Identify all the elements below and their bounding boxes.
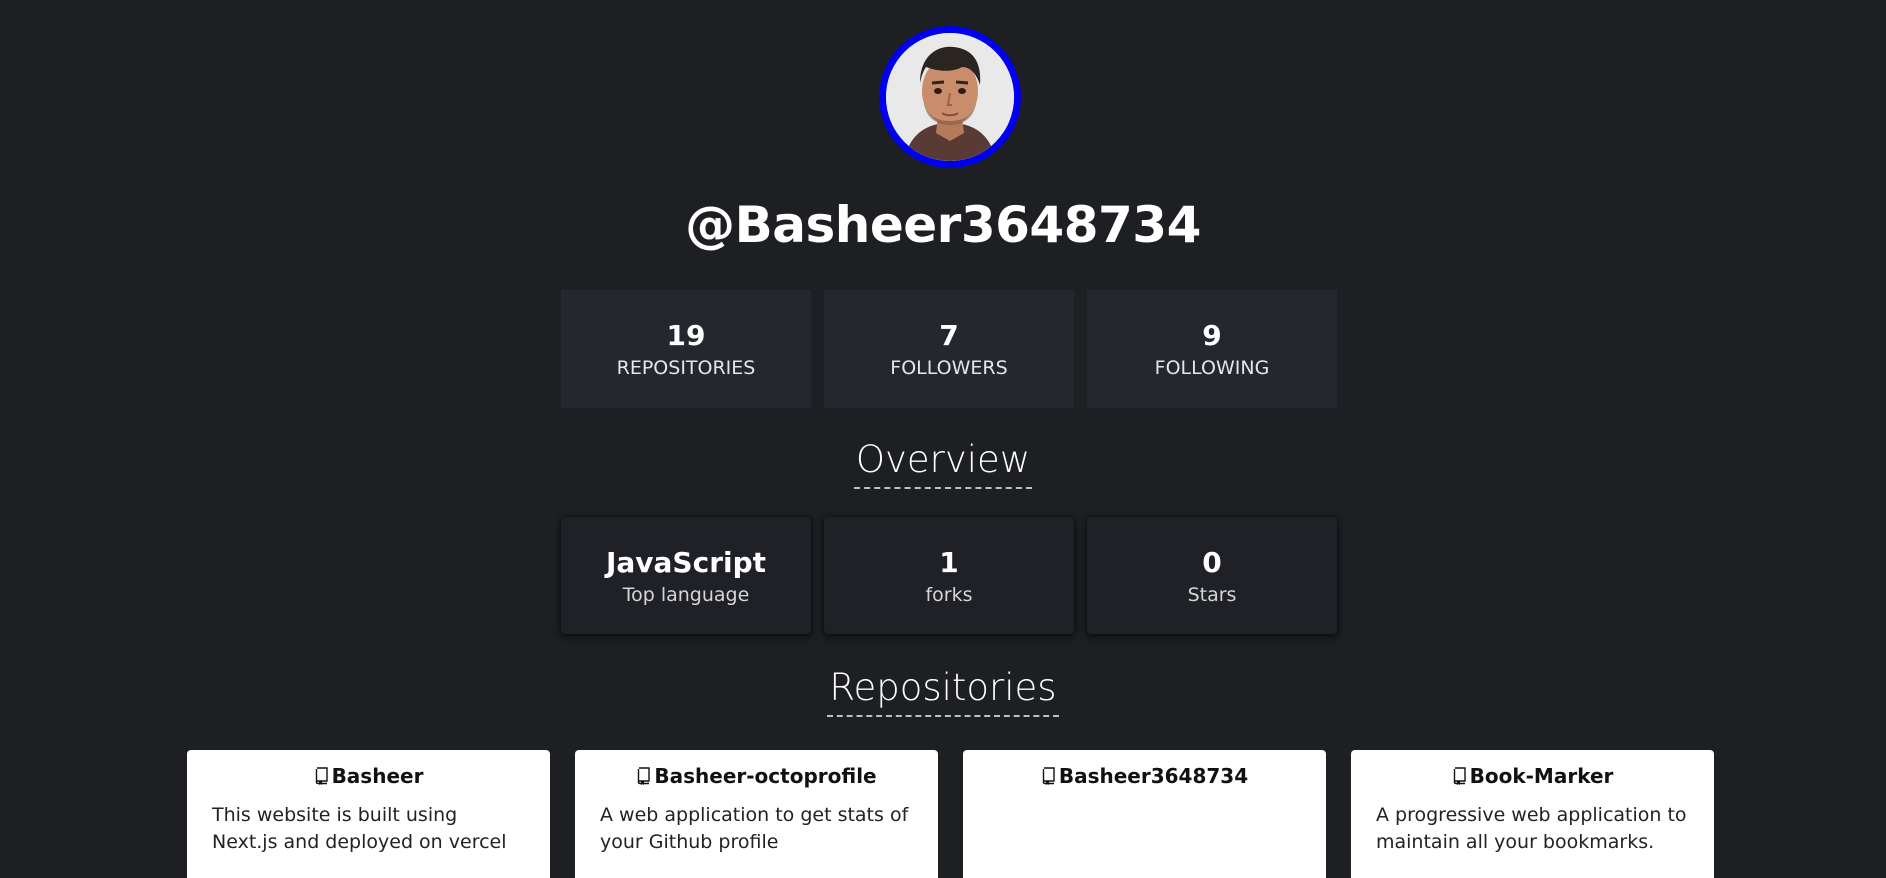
repo-name: Book-Marker xyxy=(1469,764,1614,788)
repo-title[interactable]: Basheer3648734 xyxy=(988,764,1301,788)
stat-card-following: 9 FOLLOWING xyxy=(1087,290,1337,408)
overview-heading: Overview xyxy=(0,438,1886,489)
repo-description: A progressive web application to maintai… xyxy=(1376,804,1687,853)
repo-card-basheer3648734[interactable]: Basheer3648734 xyxy=(963,750,1326,878)
book-icon xyxy=(315,767,328,785)
overview-label: Top language xyxy=(622,583,750,606)
stat-card-followers: 7 FOLLOWERS xyxy=(824,290,1074,408)
overview-card-top-language: JavaScript Top language xyxy=(561,517,811,634)
repo-card-book-marker[interactable]: Book-Marker A progressive web applicatio… xyxy=(1351,750,1714,878)
overview-value: JavaScript xyxy=(605,545,767,579)
repo-title[interactable]: Basheer xyxy=(212,764,525,788)
repo-name: Basheer xyxy=(331,764,424,788)
overview-card-stars: 0 Stars xyxy=(1087,517,1337,634)
repo-name: Basheer3648734 xyxy=(1058,764,1249,788)
repo-title[interactable]: Basheer-octoprofile xyxy=(600,764,913,788)
avatar-illustration xyxy=(886,33,1014,161)
stat-value: 7 xyxy=(939,319,959,352)
stat-card-repositories: 19 REPOSITORIES xyxy=(561,290,811,408)
repo-description: A web application to get stats of your G… xyxy=(600,804,909,853)
book-icon xyxy=(638,767,651,785)
repo-card-basheer-octoprofile[interactable]: Basheer-octoprofile A web application to… xyxy=(575,750,938,878)
overview-value: 0 xyxy=(1202,545,1222,579)
stat-label: FOLLOWERS xyxy=(890,357,1008,379)
book-icon xyxy=(1453,767,1466,785)
overview-row: JavaScript Top language 1 forks 0 Stars xyxy=(561,517,1337,634)
repo-title[interactable]: Book-Marker xyxy=(1376,764,1689,788)
avatar-image xyxy=(886,33,1014,161)
repo-card-basheer[interactable]: Basheer This website is built using Next… xyxy=(187,750,550,878)
profile-page: @Basheer3648734 19 REPOSITORIES 7 FOLLOW… xyxy=(0,0,1886,878)
stats-row: 19 REPOSITORIES 7 FOLLOWERS 9 FOLLOWING xyxy=(561,290,1337,408)
stat-value: 19 xyxy=(666,319,706,352)
overview-label: forks xyxy=(925,583,973,606)
stat-value: 9 xyxy=(1202,319,1222,352)
stat-label: FOLLOWING xyxy=(1154,357,1270,379)
overview-title-text: Overview xyxy=(853,438,1033,489)
overview-label: Stars xyxy=(1187,583,1237,606)
repositories-heading: Repositories xyxy=(0,666,1886,717)
overview-value: 1 xyxy=(939,545,959,579)
repo-name: Basheer-octoprofile xyxy=(654,764,877,788)
overview-card-forks: 1 forks xyxy=(824,517,1074,634)
book-icon xyxy=(1042,767,1055,785)
avatar xyxy=(879,26,1021,168)
username-heading: @Basheer3648734 xyxy=(685,196,1201,254)
repo-description: This website is built using Next.js and … xyxy=(212,804,507,853)
stat-label: REPOSITORIES xyxy=(616,357,756,379)
repositories-title-text: Repositories xyxy=(827,666,1059,717)
repository-list: Basheer This website is built using Next… xyxy=(187,750,1714,878)
